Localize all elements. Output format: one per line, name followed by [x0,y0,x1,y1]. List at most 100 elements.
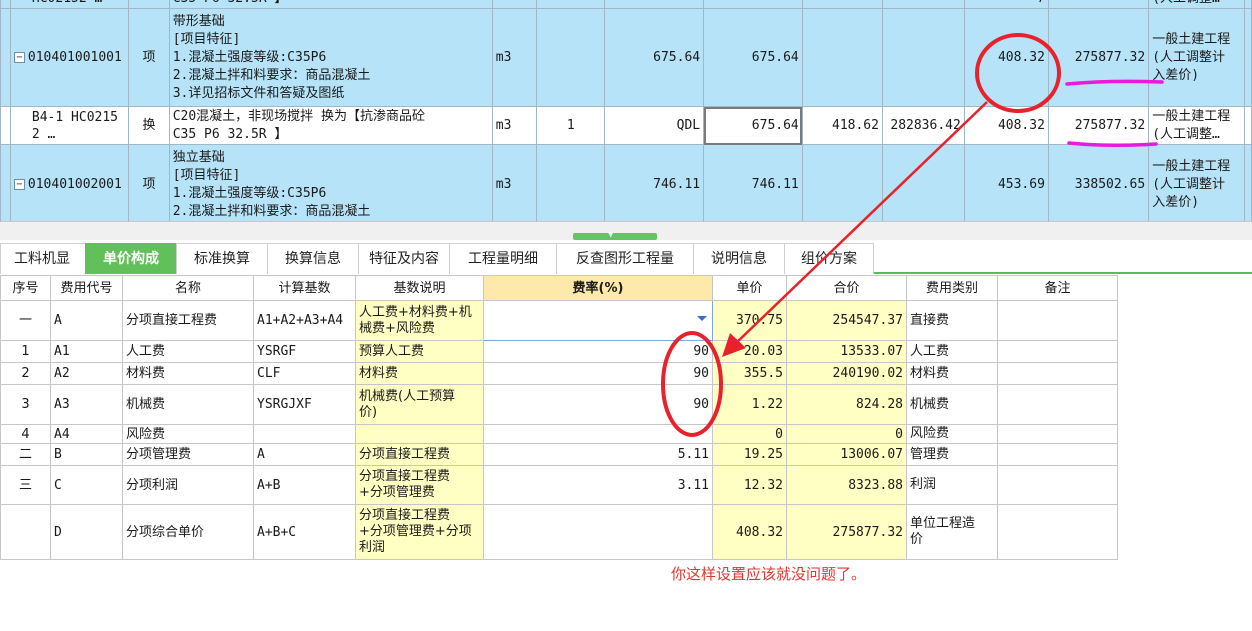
item-unit[interactable] [491,0,538,9]
fee-base[interactable]: CLF [253,362,356,385]
item-type[interactable]: 项 [128,8,170,107]
item-qty-formula[interactable]: QDL [604,106,705,145]
splitter-handle[interactable] [573,233,657,240]
item-category[interactable]: 一般土建工程 (人工调整计 入差价) [1148,8,1245,107]
fee-no[interactable]: 二 [0,443,51,466]
fee-rate[interactable]: 5.11 [483,443,713,466]
fee-note[interactable] [997,340,1118,363]
fee-total[interactable]: 13006.07 [786,443,907,466]
fee-row[interactable]: 二 B 分项管理费 A 分项直接工程费 5.11 19.25 13006.07 管理费 [0,443,1118,466]
fee-no[interactable]: 三 [0,465,51,505]
fee-no[interactable] [0,504,51,560]
col-total-header[interactable]: 合价 [786,275,907,301]
item-unit-price[interactable]: 408.32 [963,8,1049,107]
fee-name[interactable]: 分项管理费 [122,443,254,466]
fee-base[interactable]: YSRGF [253,340,356,363]
fee-note[interactable] [997,300,1118,341]
fee-category[interactable]: 风险费 [906,424,998,444]
col-rate-header[interactable]: 费率(%) [483,275,713,301]
item-qty-expr[interactable] [536,0,606,9]
item-category[interactable]: 一般土建工程 (人工调整… [1148,106,1245,145]
item-code-cell[interactable]: −010401002001 [9,144,130,221]
line-item-row[interactable]: HC02152 … C35 P6 32.5R 】 7 (人工调整… [0,0,1252,9]
collapse-toggle-icon[interactable]: − [13,179,25,190]
item-price[interactable] [801,8,883,107]
item-description[interactable]: C35 P6 32.5R 】 [168,0,493,9]
fee-no[interactable]: 2 [0,362,51,385]
fee-total[interactable]: 275877.32 [786,504,907,560]
fee-total[interactable]: 13533.07 [786,340,907,363]
fee-name[interactable]: 风险费 [122,424,254,444]
fee-name[interactable]: 人工费 [122,340,254,363]
item-type[interactable] [128,0,170,9]
fee-row[interactable]: 3 A3 机械费 YSRGJXF 机械费(人工预算 价) 90 1.22 824.28 机械费 [0,384,1118,425]
fee-row[interactable]: 一 A 分项直接工程费 A1+A2+A3+A4 人工费+材料费+机 械费+风险费 370.7… [0,300,1118,341]
fee-total[interactable]: 240190.02 [786,362,907,385]
fee-rate[interactable] [483,424,713,444]
fee-category[interactable]: 人工费 [906,340,998,363]
item-qty-expr[interactable]: 1 [536,106,606,145]
fee-row[interactable]: 2 A2 材料费 CLF 材料费 90 355.5 240190.02 材料费 [0,362,1118,385]
fee-code[interactable]: A2 [50,362,123,385]
tab-4[interactable]: 换算信息 [267,243,359,274]
col-note-header[interactable]: 备注 [997,275,1118,301]
item-unit[interactable]: m3 [491,8,538,107]
item-category[interactable]: (人工调整… [1148,0,1245,9]
fee-name[interactable]: 分项综合单价 [122,504,254,560]
item-overall-total[interactable]: 275877.32 [1047,106,1150,145]
item-unit-price[interactable]: 408.32 [963,106,1049,145]
item-code-cell[interactable]: −010401001001 [9,8,130,107]
tab-9[interactable]: 组价方案 [784,243,874,274]
fee-no[interactable]: 4 [0,424,51,444]
tab-7[interactable]: 反查图形工程量 [556,243,694,274]
fee-base-desc[interactable]: 预算人工费 [355,340,484,363]
item-qty-formula[interactable]: 746.11 [604,144,705,221]
item-type[interactable]: 项 [128,144,170,221]
fee-note[interactable] [997,424,1118,444]
fee-price[interactable]: 19.25 [712,443,787,466]
tab-6[interactable]: 工程量明细 [449,243,557,274]
col-name-header[interactable]: 名称 [122,275,254,301]
fee-note[interactable] [997,362,1118,385]
item-total[interactable]: 282836.42 [881,106,965,145]
fee-price[interactable]: 370.75 [712,300,787,341]
item-price[interactable] [801,144,883,221]
item-unit-price[interactable]: 7 [963,0,1049,9]
tab-2[interactable]: 单价构成 [85,243,177,274]
fee-base[interactable]: YSRGJXF [253,384,356,425]
item-overall-total[interactable]: 275877.32 [1047,8,1150,107]
fee-category[interactable]: 利润 [906,465,998,505]
item-unit[interactable]: m3 [491,106,538,145]
item-overall-total[interactable]: 338502.65 [1047,144,1150,221]
fee-code[interactable]: A3 [50,384,123,425]
fee-price[interactable]: 12.32 [712,465,787,505]
fee-base-desc[interactable]: 人工费+材料费+机 械费+风险费 [355,300,484,341]
item-category[interactable]: 一般土建工程 (人工调整计 入差价) [1148,144,1245,221]
fee-note[interactable] [997,384,1118,425]
col-code-header[interactable]: 费用代号 [50,275,123,301]
dropdown-arrow-icon[interactable] [697,316,707,321]
panel-splitter[interactable]: ▼ [0,221,1252,240]
fee-base-desc[interactable] [355,424,484,444]
fee-code[interactable]: B [50,443,123,466]
line-item-row[interactable]: B4-1 HC02152 … 换 C20混凝土，非现场搅拌 换为【抗渗商品砼 C35 … [0,106,1252,145]
item-total[interactable] [881,0,965,9]
fee-row[interactable]: 4 A4 风险费 0 0 风险费 [0,424,1118,444]
line-item-row[interactable]: −010401001001 项带形基础 [项目特征] 1.混凝土强度等级:C35P6 2… [0,8,1252,107]
fee-rate[interactable]: 90 [483,340,713,363]
col-base-header[interactable]: 计算基数 [253,275,356,301]
fee-category[interactable]: 机械费 [906,384,998,425]
tab-3[interactable]: 标准换算 [176,243,268,274]
fee-price[interactable]: 0 [712,424,787,444]
fee-total[interactable]: 254547.37 [786,300,907,341]
fee-base-desc[interactable]: 分项直接工程费 [355,443,484,466]
item-overall-total[interactable] [1047,0,1150,9]
item-qty-expr[interactable] [536,8,606,107]
col-category-header[interactable]: 费用类别 [906,275,998,301]
fee-note[interactable] [997,443,1118,466]
col-price-header[interactable]: 单价 [712,275,787,301]
item-qty-expr[interactable] [536,144,606,221]
line-item-row[interactable]: −010401002001 项独立基础 [项目特征] 1.混凝土强度等级:C35P6 2… [0,144,1252,221]
fee-base-desc[interactable]: 分项直接工程费 +分项管理费+分项 利润 [355,504,484,560]
fee-price[interactable]: 20.03 [712,340,787,363]
